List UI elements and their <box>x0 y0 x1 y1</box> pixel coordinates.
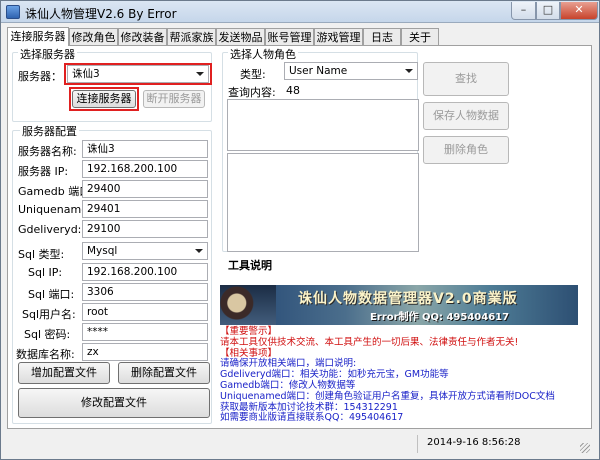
gamedb-port-field[interactable]: 29400 <box>82 180 208 198</box>
server-label: 服务器： <box>18 70 62 83</box>
app-icon <box>6 5 20 19</box>
query-content-label: 查询内容: <box>228 86 276 99</box>
tool-info-title: 工具说明 <box>228 259 272 272</box>
gdeliveryd-field[interactable]: 29100 <box>82 220 208 238</box>
character-art-image <box>220 285 276 325</box>
minimize-button[interactable]: – <box>511 2 536 20</box>
server-ip-field[interactable]: 192.168.200.100 <box>82 160 208 178</box>
character-list-upper[interactable] <box>227 99 419 151</box>
server-dropdown-value: 诛仙3 <box>72 68 100 80</box>
delete-character-button[interactable]: 删除角色 <box>423 136 509 164</box>
tab-game-management[interactable]: 游戏管理 <box>314 28 363 46</box>
query-content-field[interactable]: 48 <box>286 84 300 97</box>
add-config-button[interactable]: 增加配置文件 <box>18 362 110 384</box>
character-type-value: User Name <box>289 65 348 77</box>
tab-account-management[interactable]: 账号管理 <box>265 28 314 46</box>
tool-banner-image: 诛仙人物数据管理器V2.0商業版 Error制作 QQ: 495404617 <box>220 285 578 325</box>
resize-grip-icon[interactable] <box>580 443 590 453</box>
character-list-lower[interactable] <box>227 153 419 252</box>
status-bar: 2014-9-16 8:56:28 <box>7 433 592 455</box>
chevron-down-icon <box>405 69 413 73</box>
sql-type-value: Mysql <box>87 245 118 257</box>
db-name-field[interactable]: zx <box>82 343 208 361</box>
sql-port-field[interactable]: 3306 <box>82 283 208 301</box>
server-dropdown[interactable]: 诛仙3 <box>67 65 209 83</box>
tab-edit-character[interactable]: 修改角色 <box>69 28 118 46</box>
notes-line: 请本工具仅供技术交流、本工具产生的一切后果、法律责任与作者无关! <box>220 336 519 348</box>
sql-password-field[interactable]: **** <box>82 323 208 341</box>
sql-user-label: Sql用户名: <box>22 308 76 321</box>
sql-type-label: Sql 类型: <box>18 248 65 261</box>
tab-log[interactable]: 日志 <box>363 28 401 46</box>
banner-title: 诛仙人物数据管理器V2.0商業版 <box>298 291 518 307</box>
character-type-label: 类型: <box>240 68 266 81</box>
db-name-label: 数据库名称: <box>16 348 75 361</box>
gdeliveryd-label: Gdeliveryd: <box>18 223 82 236</box>
chevron-down-icon <box>196 72 204 76</box>
window-title: 诛仙人物管理V2.6 By Error <box>25 7 177 21</box>
tab-about[interactable]: 关于 <box>401 28 439 46</box>
status-datetime: 2014-9-16 8:56:28 <box>427 437 521 448</box>
title-bar[interactable]: 诛仙人物管理V2.6 By Error – □ ✕ <box>1 1 599 23</box>
app-window: 诛仙人物管理V2.6 By Error – □ ✕ 连接服务器 修改角色 修改装… <box>0 0 600 460</box>
sql-port-label: Sql 端口: <box>28 288 75 301</box>
close-button[interactable]: ✕ <box>560 2 598 20</box>
tab-edit-equipment[interactable]: 修改装备 <box>118 28 167 46</box>
sql-type-dropdown[interactable]: Mysql <box>82 242 208 260</box>
tab-send-items[interactable]: 发送物品 <box>216 28 265 46</box>
notes-line: Uniquenamed端口：创建角色验证用户名重复，具体开放方式请看附DOC文档 <box>220 390 555 402</box>
server-name-field[interactable]: 诛仙3 <box>82 140 208 158</box>
notes-line: 如需要商业版请直接联系QQ：495404617 <box>220 412 404 424</box>
server-name-label: 服务器名称: <box>18 145 77 158</box>
uniquenamed-field[interactable]: 29401 <box>82 200 208 218</box>
server-ip-label: 服务器 IP: <box>18 165 69 178</box>
delete-config-button[interactable]: 删除配置文件 <box>118 362 210 384</box>
modify-config-button[interactable]: 修改配置文件 <box>18 388 210 418</box>
sql-user-field[interactable]: root <box>82 303 208 321</box>
maximize-button[interactable]: □ <box>536 2 560 20</box>
connect-server-button[interactable]: 连接服务器 <box>72 90 136 108</box>
tool-notes: 【重要警示】 请本工具仅供技术交流、本工具产生的一切后果、法律责任与作者无关! … <box>220 326 578 424</box>
tab-guild-family[interactable]: 帮派家族 <box>167 28 216 46</box>
sql-ip-field[interactable]: 192.168.200.100 <box>82 263 208 281</box>
chevron-down-icon <box>195 249 203 253</box>
banner-subtitle: Error制作 QQ: 495404617 <box>370 312 510 323</box>
save-character-button[interactable]: 保存人物数据 <box>423 102 509 130</box>
tab-connect-server[interactable]: 连接服务器 <box>7 27 69 46</box>
character-type-dropdown[interactable]: User Name <box>284 62 418 80</box>
sql-password-label: Sql 密码: <box>24 328 71 341</box>
disconnect-server-button[interactable]: 断开服务器 <box>143 90 205 108</box>
server-select-group-title: 选择服务器 <box>18 46 77 62</box>
sql-ip-label: Sql IP: <box>28 266 63 279</box>
find-button[interactable]: 查找 <box>423 62 509 96</box>
status-divider <box>417 435 418 453</box>
server-config-group-title: 服务器配置 <box>20 123 79 139</box>
character-select-group-title: 选择人物角色 <box>228 46 298 62</box>
